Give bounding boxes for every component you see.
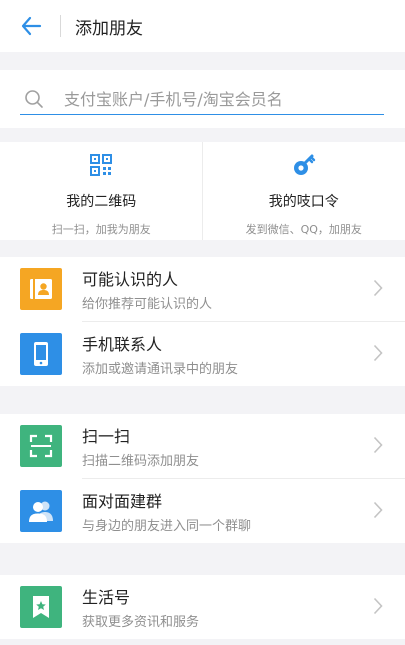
item-subtitle: 获取更多资讯和服务 <box>82 615 200 630</box>
back-button[interactable] <box>16 11 46 41</box>
chevron-right-icon <box>373 436 383 454</box>
contact-card-icon <box>20 268 62 310</box>
item-title: 面对面建群 <box>82 492 163 511</box>
whistle-key-icon <box>293 154 315 175</box>
group-people-icon <box>20 490 62 532</box>
list-item-face-to-face-group[interactable]: 面对面建群 与身边的朋友进入同一个群聊 <box>0 479 405 543</box>
list-item-phone-contacts[interactable]: 手机联系人 添加或邀请通讯录中的朋友 <box>0 322 405 386</box>
qr-code-subtitle: 扫一扫，加我为朋友 <box>51 223 151 236</box>
item-subtitle: 添加或邀请通讯录中的朋友 <box>82 362 239 377</box>
item-title: 生活号 <box>82 588 131 607</box>
qr-code-icon <box>90 154 113 176</box>
header-divider <box>60 15 61 37</box>
item-subtitle: 扫描二维码添加朋友 <box>82 454 200 469</box>
my-qr-code-button[interactable]: 我的二维码 扫一扫，加我为朋友 <box>0 142 203 240</box>
chevron-right-icon <box>373 344 383 362</box>
item-title: 手机联系人 <box>82 335 163 354</box>
list-group-1: 可能认识的人 给你推荐可能认识的人 手机联系人 添加或邀请通讯录中的朋友 <box>0 257 405 386</box>
list-group-2: 扫一扫 扫描二维码添加朋友 面对面建群 与身边的朋友进入同一个群聊 <box>0 414 405 543</box>
quick-actions: 我的二维码 扫一扫，加我为朋友 我的吱口令 发到微信、QQ，加朋友 <box>0 142 405 240</box>
list-group-3: 生活号 获取更多资讯和服务 <box>0 575 405 639</box>
whistle-key-label: 我的吱口令 <box>268 194 339 210</box>
item-subtitle: 与身边的朋友进入同一个群聊 <box>82 519 252 534</box>
my-whistle-key-button[interactable]: 我的吱口令 发到微信、QQ，加朋友 <box>203 142 405 240</box>
search-section <box>0 70 405 128</box>
item-subtitle: 给你推荐可能认识的人 <box>82 297 213 312</box>
search-input[interactable] <box>62 88 366 110</box>
list-item-possible-contacts[interactable]: 可能认识的人 给你推荐可能认识的人 <box>0 257 405 321</box>
scan-icon <box>20 425 62 467</box>
item-title: 扫一扫 <box>82 427 131 446</box>
search-box[interactable] <box>20 84 384 115</box>
chevron-right-icon <box>373 501 383 519</box>
chevron-right-icon <box>373 279 383 297</box>
whistle-key-subtitle: 发到微信、QQ，加朋友 <box>245 223 362 236</box>
page-title: 添加朋友 <box>75 18 143 39</box>
chevron-right-icon <box>373 597 383 615</box>
top-bar: 添加朋友 <box>0 0 405 52</box>
bookmark-star-icon <box>20 586 62 628</box>
list-item-scan[interactable]: 扫一扫 扫描二维码添加朋友 <box>0 414 405 478</box>
arrow-left-icon <box>21 16 42 36</box>
list-item-life-account[interactable]: 生活号 获取更多资讯和服务 <box>0 575 405 639</box>
item-title: 可能认识的人 <box>82 270 179 289</box>
search-icon <box>25 90 43 108</box>
qr-code-label: 我的二维码 <box>66 194 137 210</box>
phone-icon <box>20 333 62 375</box>
